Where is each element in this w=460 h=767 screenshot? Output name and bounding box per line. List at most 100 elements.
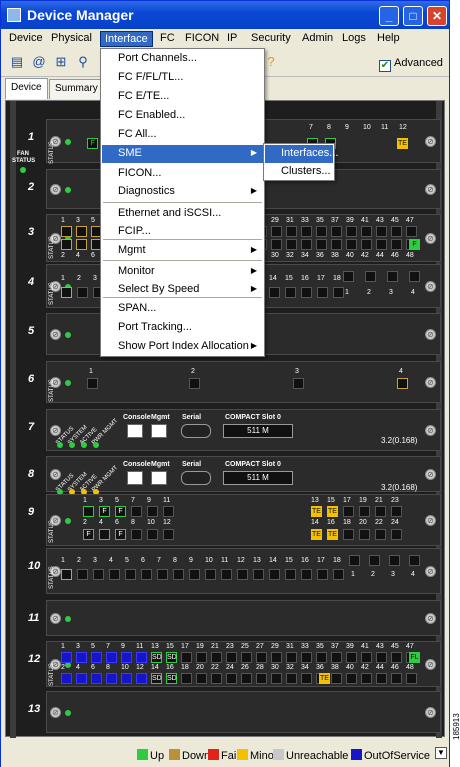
port[interactable]: [61, 569, 72, 580]
port[interactable]: [346, 673, 357, 684]
menu-item-ficon[interactable]: FICON...: [102, 165, 263, 183]
port[interactable]: [141, 569, 152, 580]
port[interactable]: [131, 506, 142, 517]
port[interactable]: [106, 673, 117, 684]
port[interactable]: [173, 569, 184, 580]
port[interactable]: [83, 506, 94, 517]
mgmt-port[interactable]: [151, 471, 167, 485]
port-f-badge[interactable]: F: [87, 138, 98, 149]
port[interactable]: [361, 652, 372, 663]
menu-item-port-channels[interactable]: Port Channels...: [102, 50, 263, 68]
port[interactable]: [391, 652, 402, 663]
menu-item-mgmt[interactable]: Mgmt ▶: [102, 242, 263, 260]
port[interactable]: [333, 287, 344, 298]
port[interactable]: [359, 506, 370, 517]
port[interactable]: [361, 226, 372, 237]
port[interactable]: [189, 378, 200, 389]
port[interactable]: [376, 239, 387, 250]
port[interactable]: [389, 555, 400, 566]
port[interactable]: [61, 226, 72, 237]
compact-flash-slot[interactable]: 511 M: [223, 471, 293, 485]
port[interactable]: [361, 673, 372, 684]
port[interactable]: [61, 239, 72, 250]
port[interactable]: [316, 239, 327, 250]
menu-help[interactable]: Help: [373, 31, 404, 45]
menu-item-sme[interactable]: SME ▶: [102, 145, 263, 163]
port[interactable]: [211, 673, 222, 684]
port[interactable]: [317, 287, 328, 298]
menu-item-port-tracking[interactable]: Port Tracking...: [102, 319, 263, 337]
menu-admin[interactable]: Admin: [298, 31, 337, 45]
port[interactable]: [241, 673, 252, 684]
open-icon[interactable]: ▤: [9, 54, 25, 70]
port[interactable]: [269, 569, 280, 580]
port[interactable]: [136, 652, 147, 663]
port[interactable]: [286, 226, 297, 237]
port[interactable]: [369, 555, 380, 566]
port[interactable]: [343, 529, 354, 540]
menu-item-fc-all[interactable]: FC All...: [102, 126, 263, 144]
port[interactable]: [387, 271, 398, 282]
menu-ip[interactable]: IP: [223, 31, 241, 45]
menu-item-diagnostics[interactable]: Diagnostics ▶: [102, 183, 263, 201]
port[interactable]: F: [115, 529, 126, 540]
port[interactable]: [269, 287, 280, 298]
console-port[interactable]: [127, 424, 143, 438]
port[interactable]: [346, 226, 357, 237]
port[interactable]: [163, 506, 174, 517]
port[interactable]: [316, 652, 327, 663]
port[interactable]: SD: [151, 652, 162, 663]
port[interactable]: TE: [311, 506, 322, 517]
port-f-badge[interactable]: F: [409, 239, 420, 250]
port[interactable]: [331, 226, 342, 237]
port[interactable]: SD: [166, 673, 177, 684]
port[interactable]: [196, 652, 207, 663]
advanced-checkbox[interactable]: ✔ Advanced: [379, 57, 443, 72]
port[interactable]: [293, 378, 304, 389]
port[interactable]: [397, 378, 408, 389]
port-fl-badge[interactable]: FL: [409, 652, 420, 663]
port[interactable]: [301, 239, 312, 250]
port[interactable]: [181, 673, 192, 684]
port[interactable]: [301, 673, 312, 684]
mgmt-port[interactable]: [151, 424, 167, 438]
port[interactable]: [61, 287, 72, 298]
port[interactable]: TE: [311, 529, 322, 540]
port[interactable]: [376, 226, 387, 237]
port[interactable]: [286, 239, 297, 250]
port[interactable]: [409, 555, 420, 566]
port[interactable]: [271, 652, 282, 663]
port[interactable]: [76, 226, 87, 237]
submenu-item-clusters[interactable]: Clusters...: [265, 163, 333, 181]
menu-item-fc-enabled[interactable]: FC Enabled...: [102, 107, 263, 125]
console-port[interactable]: [127, 471, 143, 485]
port[interactable]: [271, 226, 282, 237]
port[interactable]: [349, 555, 360, 566]
port[interactable]: F: [83, 529, 94, 540]
port[interactable]: [331, 239, 342, 250]
port[interactable]: [253, 569, 264, 580]
port[interactable]: [256, 673, 267, 684]
port[interactable]: [391, 226, 402, 237]
legend-dropdown[interactable]: ▼: [435, 747, 447, 759]
port[interactable]: [221, 569, 232, 580]
port[interactable]: TE: [327, 506, 338, 517]
help-icon[interactable]: ?: [263, 54, 279, 70]
port[interactable]: [196, 673, 207, 684]
port[interactable]: [121, 652, 132, 663]
port[interactable]: [91, 673, 102, 684]
port[interactable]: [375, 529, 386, 540]
port[interactable]: [189, 569, 200, 580]
port[interactable]: [76, 652, 87, 663]
port[interactable]: [346, 239, 357, 250]
port[interactable]: [76, 673, 87, 684]
port[interactable]: F: [115, 506, 126, 517]
port[interactable]: [61, 673, 72, 684]
port-te-badge[interactable]: TE: [319, 673, 330, 684]
menu-logs[interactable]: Logs: [338, 31, 370, 45]
menu-item-monitor[interactable]: Monitor ▶: [102, 263, 263, 281]
port[interactable]: [406, 673, 417, 684]
port[interactable]: [376, 652, 387, 663]
port[interactable]: [301, 569, 312, 580]
port[interactable]: [211, 652, 222, 663]
